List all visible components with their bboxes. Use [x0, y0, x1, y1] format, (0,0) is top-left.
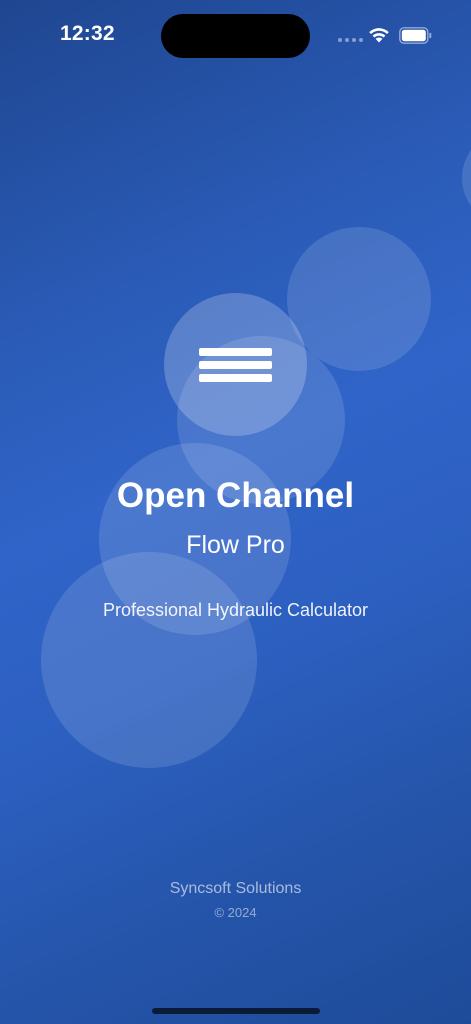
decorative-bubble	[462, 130, 471, 226]
app-title: Open Channel	[116, 476, 355, 515]
home-indicator[interactable]	[152, 1008, 320, 1014]
decorative-bubble	[41, 552, 257, 768]
app-subtitle: Flow Pro	[186, 531, 285, 559]
wifi-icon	[369, 28, 389, 43]
horizontal-lines-logo-icon	[199, 348, 272, 382]
company-name: Syncsoft Solutions	[169, 880, 302, 897]
cellular-signal-dots-icon	[338, 38, 363, 42]
status-bar-time: 12:32	[60, 22, 115, 45]
copyright-text: © 2024	[214, 905, 257, 920]
splash-screen: 12:32 Open Channel Flow Pro Professional…	[0, 0, 471, 1024]
app-tagline: Professional Hydraulic Calculator	[102, 600, 369, 620]
battery-icon	[399, 27, 432, 44]
decorative-bubble	[287, 227, 431, 371]
dynamic-island	[161, 14, 310, 58]
